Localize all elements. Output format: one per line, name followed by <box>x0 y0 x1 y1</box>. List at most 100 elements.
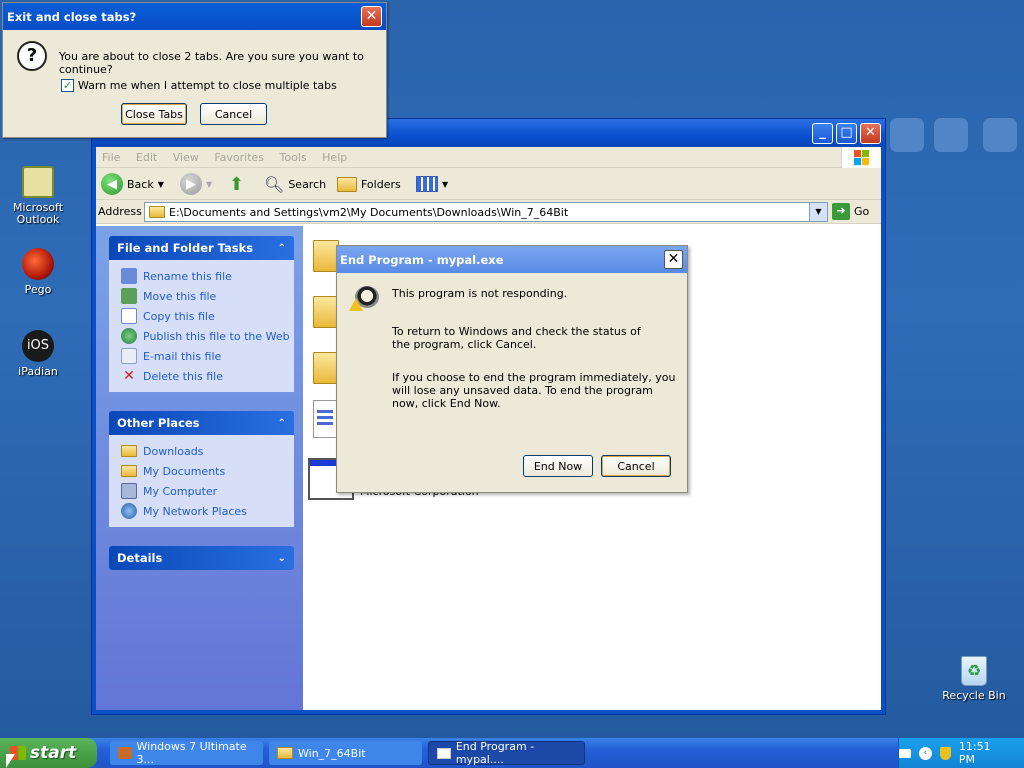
move-icon <box>121 288 137 304</box>
desktop-icon-outlook[interactable]: Microsoft Outlook <box>0 166 76 226</box>
desktop-icon-pego[interactable]: Pego <box>0 248 76 296</box>
task-pane: File and Folder Tasks ⌃ Rename this file… <box>96 226 303 710</box>
desktop-icon-label: Outlook <box>16 213 60 226</box>
menu-favorites[interactable]: Favorites <box>208 147 270 168</box>
file-folder-tasks-header[interactable]: File and Folder Tasks ⌃ <box>109 236 294 260</box>
computer-icon <box>121 483 137 499</box>
dropdown-arrow-icon[interactable]: ▼ <box>206 180 212 189</box>
security-shield-icon[interactable] <box>939 746 951 760</box>
app-icon <box>118 747 132 759</box>
task-copy[interactable]: Copy this file <box>121 306 294 326</box>
mouse-cursor-icon <box>6 754 15 768</box>
dialog-message: You are about to close 2 tabs. Are you s… <box>59 50 364 76</box>
place-network[interactable]: My Network Places <box>121 501 294 521</box>
end-now-button[interactable]: End Now <box>523 455 593 477</box>
views-icon <box>416 176 438 192</box>
task-rename[interactable]: Rename this file <box>121 266 294 286</box>
outlook-icon <box>22 166 54 198</box>
desktop-icon-recycle-bin[interactable]: ♻ Recycle Bin <box>936 656 1012 702</box>
file-item-icon[interactable] <box>313 400 337 438</box>
menu-help[interactable]: Help <box>316 147 353 168</box>
menu-view[interactable]: View <box>167 147 205 168</box>
up-folder-button[interactable]: ⬆ <box>229 172 244 196</box>
expand-chevron-icon[interactable]: ⌄ <box>278 553 286 564</box>
search-icon: 🔍︎ <box>264 174 285 194</box>
maximize-button[interactable]: □ <box>836 123 857 144</box>
go-label: Go <box>854 205 870 218</box>
back-button[interactable]: ◀ Back ▼ <box>101 172 164 196</box>
dropdown-arrow-icon[interactable]: ▼ <box>158 180 164 189</box>
place-label: My Computer <box>143 484 218 498</box>
task-email[interactable]: E-mail this file <box>121 346 294 366</box>
end-program-dialog: End Program - mypal.exe ✕ This program i… <box>336 245 688 493</box>
task-publish[interactable]: Publish this file to the Web <box>121 326 294 346</box>
end-program-titlebar[interactable]: End Program - mypal.exe ✕ <box>337 246 687 273</box>
keyboard-icon[interactable] <box>899 748 911 758</box>
desktop-icon-label: Pego <box>24 283 52 296</box>
question-icon: ? <box>17 41 47 71</box>
taskbar: start Windows 7 Ultimate 3... Win_7_64Bi… <box>0 738 1024 768</box>
task-label: Copy this file <box>143 309 215 323</box>
checkbox-label: Warn me when I attempt to close multiple… <box>78 79 337 92</box>
warn-checkbox-row[interactable]: ✓ Warn me when I attempt to close multip… <box>61 79 337 92</box>
cancel-button[interactable]: Cancel <box>200 103 267 125</box>
close-button[interactable]: ✕ <box>664 250 683 269</box>
close-tabs-button[interactable]: Close Tabs <box>121 103 187 125</box>
dialog-title: End Program - mypal.exe <box>340 252 504 267</box>
address-field[interactable]: E:\Documents and Settings\vm2\My Documen… <box>144 202 828 222</box>
cancel-button[interactable]: Cancel <box>601 455 671 477</box>
toolbar: ◀ Back ▼ ▶ ▼ ⬆ 🔍︎ Search Folders ▼ <box>96 168 881 200</box>
place-label: My Network Places <box>143 504 247 518</box>
desktop-icon-label: iPadian <box>18 365 58 378</box>
recycle-bin-icon: ♻ <box>961 656 987 686</box>
desktop-icon-ipadian[interactable]: iOS iPadian <box>0 330 76 378</box>
dialog-title: Exit and close tabs? <box>7 9 137 24</box>
folders-button[interactable]: Folders <box>337 172 401 196</box>
other-places-panel: Other Places ⌃ Downloads My Documents My… <box>109 411 294 527</box>
dropdown-arrow-icon: ▼ <box>442 179 449 189</box>
place-label: My Documents <box>143 464 226 478</box>
collapse-chevron-icon[interactable]: ⌃ <box>278 418 286 429</box>
back-arrow-icon: ◀ <box>101 173 123 195</box>
go-button[interactable]: ➜ Go <box>832 203 869 220</box>
other-places-header[interactable]: Other Places ⌃ <box>109 411 294 435</box>
task-move[interactable]: Move this file <box>121 286 294 306</box>
task-label: Windows 7 Ultimate 3... <box>136 740 247 766</box>
place-my-computer[interactable]: My Computer <box>121 481 294 501</box>
task-windows7[interactable]: Windows 7 Ultimate 3... <box>110 740 263 766</box>
close-button[interactable]: ✕ <box>860 123 881 144</box>
show-hidden-icons-button[interactable]: ‹ <box>918 746 932 760</box>
forward-button[interactable]: ▶ ▼ <box>180 172 212 196</box>
task-end-program[interactable]: End Program - mypal.... <box>428 740 585 766</box>
start-label: start <box>30 743 77 763</box>
delete-x-icon: ✕ <box>123 368 135 384</box>
place-downloads[interactable]: Downloads <box>121 441 294 461</box>
address-dropdown-icon[interactable]: ▼ <box>809 203 827 221</box>
menu-tools[interactable]: Tools <box>274 147 313 168</box>
close-button[interactable]: ✕ <box>361 6 382 27</box>
place-my-documents[interactable]: My Documents <box>121 461 294 481</box>
minimize-button[interactable]: _ <box>812 123 833 144</box>
task-delete[interactable]: ✕ Delete this file <box>121 366 294 386</box>
views-button[interactable]: ▼ <box>416 172 448 196</box>
close-tabs-titlebar[interactable]: Exit and close tabs? ✕ <box>3 3 386 30</box>
details-header[interactable]: Details ⌄ <box>109 546 294 570</box>
email-icon <box>121 348 137 364</box>
search-button[interactable]: 🔍︎ Search <box>264 172 326 196</box>
menu-bar: File Edit View Favorites Tools Help <box>96 147 881 168</box>
panel-title: Other Places <box>117 416 200 430</box>
folder-icon <box>149 206 165 218</box>
task-label: E-mail this file <box>143 349 222 363</box>
task-label: Delete this file <box>143 369 223 383</box>
desktop-tile <box>983 118 1017 152</box>
not-responding-icon <box>349 284 381 314</box>
folders-label: Folders <box>361 177 401 191</box>
task-win7-folder[interactable]: Win_7_64Bit <box>269 741 422 765</box>
menu-file[interactable]: File <box>96 147 126 168</box>
menu-edit[interactable]: Edit <box>130 147 163 168</box>
collapse-chevron-icon[interactable]: ⌃ <box>278 243 286 254</box>
my-documents-icon <box>121 465 137 477</box>
address-bar: Address E:\Documents and Settings\vm2\My… <box>96 200 881 224</box>
clock[interactable]: 11:51 PM <box>959 740 1010 766</box>
warn-checkbox[interactable]: ✓ <box>61 79 74 92</box>
